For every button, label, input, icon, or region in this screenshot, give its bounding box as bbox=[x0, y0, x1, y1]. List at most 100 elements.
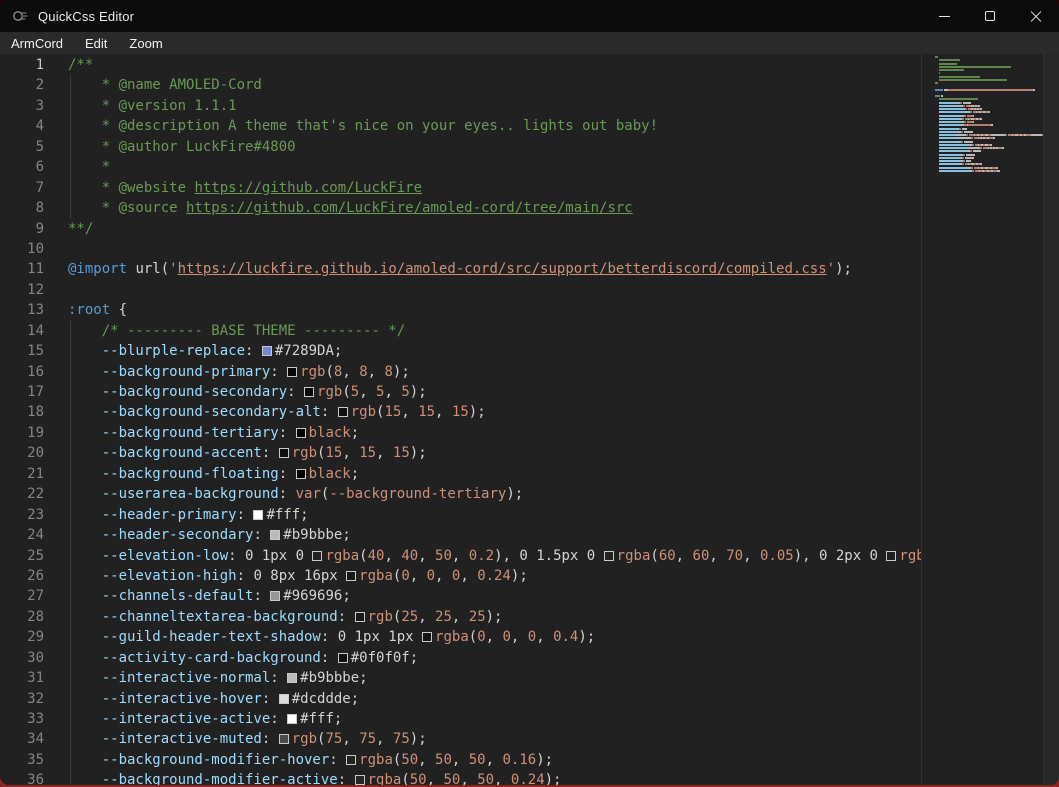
code-line[interactable]: 20 --background-accent: rgb(15, 15, 15); bbox=[0, 443, 921, 463]
line-number[interactable]: 4 bbox=[0, 116, 44, 136]
color-swatch[interactable] bbox=[304, 387, 314, 397]
line-number[interactable]: 26 bbox=[0, 566, 44, 586]
code-line[interactable]: 7 * @website https://github.com/LuckFire bbox=[0, 178, 921, 198]
line-number[interactable]: 29 bbox=[0, 627, 44, 647]
code-line[interactable]: 32 --interactive-hover: #dcddde; bbox=[0, 689, 921, 709]
color-swatch[interactable] bbox=[355, 775, 365, 785]
line-number[interactable]: 13 bbox=[0, 300, 44, 320]
code-line[interactable]: 10 bbox=[0, 239, 921, 259]
code-line[interactable]: 36 --background-modifier-active: rgba(50… bbox=[0, 770, 921, 785]
line-number[interactable]: 22 bbox=[0, 484, 44, 504]
line-number[interactable]: 34 bbox=[0, 729, 44, 749]
color-swatch[interactable] bbox=[270, 591, 280, 601]
code-line[interactable]: 3 * @version 1.1.1 bbox=[0, 96, 921, 116]
code-line[interactable]: 14 /* --------- BASE THEME --------- */ bbox=[0, 321, 921, 341]
color-swatch[interactable] bbox=[296, 428, 306, 438]
code-line[interactable]: 25 --elevation-low: 0 1px 0 rgba(40, 40,… bbox=[0, 546, 921, 566]
code-line[interactable]: 18 --background-secondary-alt: rgb(15, 1… bbox=[0, 402, 921, 422]
code-line[interactable]: 9**/ bbox=[0, 219, 921, 239]
code-line[interactable]: 12 bbox=[0, 280, 921, 300]
code-line[interactable]: 22 --userarea-background: var(--backgrou… bbox=[0, 484, 921, 504]
line-number[interactable]: 21 bbox=[0, 464, 44, 484]
code-line[interactable]: 17 --background-secondary: rgb(5, 5, 5); bbox=[0, 382, 921, 402]
minimap[interactable] bbox=[935, 56, 1043, 785]
code-line[interactable]: 29 --guild-header-text-shadow: 0 1px 1px… bbox=[0, 627, 921, 647]
code-line[interactable]: 15 --blurple-replace: #7289DA; bbox=[0, 341, 921, 361]
color-swatch[interactable] bbox=[262, 346, 272, 356]
color-swatch[interactable] bbox=[886, 551, 896, 561]
color-swatch[interactable] bbox=[279, 734, 289, 744]
line-number[interactable]: 8 bbox=[0, 198, 44, 218]
line-number[interactable]: 15 bbox=[0, 341, 44, 361]
code-line[interactable]: 13:root { bbox=[0, 300, 921, 320]
code-line[interactable]: 4 * @description A theme that's nice on … bbox=[0, 116, 921, 136]
menu-armcord[interactable]: ArmCord bbox=[0, 32, 74, 54]
line-number[interactable]: 30 bbox=[0, 648, 44, 668]
line-number[interactable]: 32 bbox=[0, 689, 44, 709]
line-number[interactable]: 28 bbox=[0, 607, 44, 627]
color-swatch[interactable] bbox=[604, 551, 614, 561]
line-number[interactable]: 25 bbox=[0, 546, 44, 566]
menu-edit[interactable]: Edit bbox=[74, 32, 118, 54]
menu-zoom[interactable]: Zoom bbox=[118, 32, 173, 54]
line-number[interactable]: 17 bbox=[0, 382, 44, 402]
line-number[interactable]: 1 bbox=[0, 55, 44, 75]
color-swatch[interactable] bbox=[346, 571, 356, 581]
code-line[interactable]: 24 --header-secondary: #b9bbbe; bbox=[0, 525, 921, 545]
line-number[interactable]: 3 bbox=[0, 96, 44, 116]
color-swatch[interactable] bbox=[253, 510, 263, 520]
code-line[interactable]: 6 * bbox=[0, 157, 921, 177]
line-number[interactable]: 36 bbox=[0, 770, 44, 785]
code-line[interactable]: 21 --background-floating: black; bbox=[0, 464, 921, 484]
line-number[interactable]: 27 bbox=[0, 586, 44, 606]
code-line[interactable]: 5 * @author LuckFire#4800 bbox=[0, 137, 921, 157]
line-number[interactable]: 33 bbox=[0, 709, 44, 729]
close-button[interactable] bbox=[1013, 0, 1059, 32]
minimize-button[interactable] bbox=[921, 0, 967, 32]
color-swatch[interactable] bbox=[338, 653, 348, 663]
code-line[interactable]: 11@import url('https://luckfire.github.i… bbox=[0, 259, 921, 279]
line-number[interactable]: 7 bbox=[0, 178, 44, 198]
color-swatch[interactable] bbox=[287, 714, 297, 724]
code-line[interactable]: 35 --background-modifier-hover: rgba(50,… bbox=[0, 750, 921, 770]
color-swatch[interactable] bbox=[312, 551, 322, 561]
color-swatch[interactable] bbox=[287, 367, 297, 377]
line-number[interactable]: 24 bbox=[0, 525, 44, 545]
code-line[interactable]: 33 --interactive-active: #fff; bbox=[0, 709, 921, 729]
code-line[interactable]: 16 --background-primary: rgb(8, 8, 8); bbox=[0, 362, 921, 382]
code-line[interactable]: 27 --channels-default: #969696; bbox=[0, 586, 921, 606]
line-number[interactable]: 12 bbox=[0, 280, 44, 300]
line-number[interactable]: 23 bbox=[0, 505, 44, 525]
code-line[interactable]: 30 --activity-card-background: #0f0f0f; bbox=[0, 648, 921, 668]
color-swatch[interactable] bbox=[422, 632, 432, 642]
line-number[interactable]: 20 bbox=[0, 443, 44, 463]
vertical-scrollbar[interactable] bbox=[1044, 54, 1059, 785]
line-number[interactable]: 19 bbox=[0, 423, 44, 443]
line-number[interactable]: 31 bbox=[0, 668, 44, 688]
code-line[interactable]: 28 --channeltextarea-background: rgb(25,… bbox=[0, 607, 921, 627]
code-line[interactable]: 23 --header-primary: #fff; bbox=[0, 505, 921, 525]
line-number[interactable]: 35 bbox=[0, 750, 44, 770]
color-swatch[interactable] bbox=[338, 407, 348, 417]
color-swatch[interactable] bbox=[346, 755, 356, 765]
line-number[interactable]: 2 bbox=[0, 75, 44, 95]
code-line[interactable]: 19 --background-tertiary: black; bbox=[0, 423, 921, 443]
code-line[interactable]: 1/** bbox=[0, 55, 921, 75]
color-swatch[interactable] bbox=[287, 673, 297, 683]
line-number[interactable]: 16 bbox=[0, 362, 44, 382]
code-line[interactable]: 8 * @source https://github.com/LuckFire/… bbox=[0, 198, 921, 218]
code-line[interactable]: 31 --interactive-normal: #b9bbbe; bbox=[0, 668, 921, 688]
line-number[interactable]: 18 bbox=[0, 402, 44, 422]
color-swatch[interactable] bbox=[279, 694, 289, 704]
line-number[interactable]: 14 bbox=[0, 321, 44, 341]
line-number[interactable]: 9 bbox=[0, 219, 44, 239]
code-line[interactable]: 2 * @name AMOLED-Cord bbox=[0, 75, 921, 95]
line-number[interactable]: 5 bbox=[0, 137, 44, 157]
maximize-button[interactable] bbox=[967, 0, 1013, 32]
color-swatch[interactable] bbox=[270, 530, 280, 540]
code-line[interactable]: 26 --elevation-high: 0 8px 16px rgba(0, … bbox=[0, 566, 921, 586]
line-number[interactable]: 6 bbox=[0, 157, 44, 177]
color-swatch[interactable] bbox=[355, 612, 365, 622]
line-number[interactable]: 11 bbox=[0, 259, 44, 279]
color-swatch[interactable] bbox=[279, 448, 289, 458]
